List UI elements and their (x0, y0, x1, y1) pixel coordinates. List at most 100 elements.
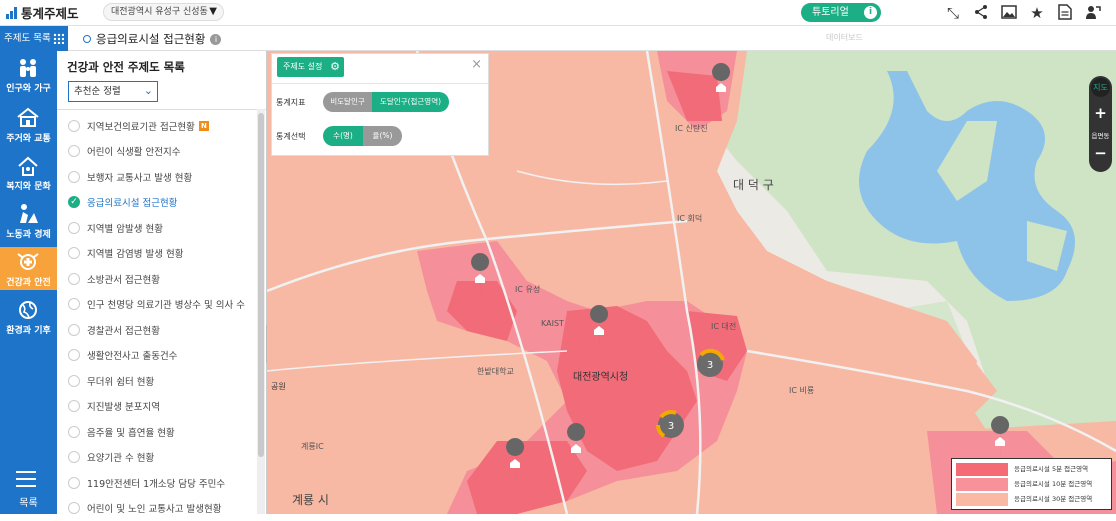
category-sidebar: 인구와 가구 주거와 교통 복지와 문화 노동과 경제 건강과 안전 환경과 기… (0, 51, 57, 514)
legend-swatch (956, 478, 1008, 491)
page-title-text: 응급의료시설 접근현황 (96, 31, 205, 47)
tutorial-button[interactable]: 튜토리얼 i (801, 3, 881, 22)
list-item-label: 지역별 감염병 발생 현황 (87, 246, 183, 260)
indicator-row: 통계지표 비도달인구 도달인구(접근영역) (272, 92, 488, 114)
list-item[interactable]: 경찰관서 접근현황 (57, 317, 257, 343)
region-selector[interactable]: 대전광역시 유성구 신성동 ▼ (103, 3, 224, 21)
category-label: 인구와 가구 (0, 81, 57, 94)
radio-icon (68, 171, 80, 183)
info-icon: i (864, 6, 877, 19)
list-item[interactable]: 인구 천명당 의료기관 병상수 및 의사 수 (57, 292, 257, 318)
bullet-circle-icon (83, 35, 91, 43)
list-item-selected[interactable]: ✓응급의료시설 접근현황 (57, 190, 257, 216)
list-item[interactable]: 요양기관 수 현황 (57, 445, 257, 471)
sort-select[interactable]: 추천순 정렬 ⌄ (68, 81, 158, 102)
topic-list-menu-button[interactable]: 주제도 목록 (0, 26, 68, 51)
tutorial-label: 튜토리얼 (812, 7, 849, 18)
house-icon (16, 107, 40, 129)
map-label: 공원 (271, 381, 286, 392)
map-type-icon[interactable]: 지도 (1091, 78, 1110, 97)
app-title: 통계주제도 (21, 3, 79, 22)
map-label: 한밭대학교 (477, 366, 514, 377)
category-environment[interactable]: 환경과 기후 (0, 295, 57, 338)
list-scrollbar[interactable] (257, 109, 265, 514)
radio-icon (68, 426, 80, 438)
list-item[interactable]: 어린이 및 노인 교통사고 발생현황 (57, 496, 257, 521)
environment-icon (16, 299, 40, 321)
option-reached-population[interactable]: 도달인구(접근영역) (372, 92, 449, 112)
legend-label: 응급의료시설 10분 접근영역 (1014, 478, 1092, 491)
stat-row: 통계선택 수(명) 율(%) (272, 126, 488, 148)
category-label: 노동과 경제 (0, 227, 57, 240)
info-icon[interactable]: i (210, 34, 221, 45)
list-item-label: 보행자 교통사고 발생 현황 (87, 170, 192, 184)
map-label: 계룡 시 (292, 491, 329, 508)
theme-settings-button[interactable]: 주제도 설정 ⚙ (277, 57, 344, 77)
list-item-label: 어린이 식생활 안전지수 (87, 144, 180, 158)
list-item[interactable]: 지역별 감염병 발생 현황 (57, 241, 257, 267)
data-board-label: 데이터보드 (826, 32, 863, 43)
cluster-marker[interactable]: 3 (658, 412, 684, 438)
list-item[interactable]: 119안전센터 1개소당 담당 주민수 (57, 470, 257, 496)
category-welfare[interactable]: 복지와 문화 (0, 151, 57, 194)
user-icon[interactable] (1084, 4, 1102, 22)
zoom-out-button[interactable]: − (1089, 144, 1112, 162)
health-icon (16, 251, 40, 273)
category-health[interactable]: 건강과 안전 (0, 247, 57, 290)
list-item-label: 지역별 암발생 현황 (87, 221, 163, 235)
list-item[interactable]: 지역별 암발생 현황 (57, 215, 257, 241)
map-legend: 응급의료시설 5분 접근영역 응급의료시설 10분 접근영역 응급의료시설 30… (951, 458, 1112, 510)
toc-button[interactable]: 목록 (0, 463, 57, 511)
option-unreached-population[interactable]: 비도달인구 (323, 92, 372, 112)
category-population[interactable]: 인구와 가구 (0, 53, 57, 96)
option-count[interactable]: 수(명) (323, 126, 363, 146)
list-item[interactable]: 무더위 쉼터 현황 (57, 368, 257, 394)
list-item[interactable]: 생활안전사고 출동건수 (57, 343, 257, 369)
app-logo[interactable]: 통계주제도 (6, 3, 79, 22)
welfare-icon (16, 155, 40, 177)
cluster-count: 3 (668, 421, 674, 432)
list-item-label: 무더위 쉼터 현황 (87, 374, 154, 388)
zoom-in-button[interactable]: + (1089, 104, 1112, 122)
hamburger-icon (16, 471, 36, 492)
radio-icon (68, 375, 80, 387)
share-icon[interactable] (972, 4, 990, 22)
category-labor[interactable]: 노동과 경제 (0, 199, 57, 242)
image-icon[interactable] (1000, 4, 1018, 22)
star-icon[interactable]: ★ (1028, 4, 1046, 22)
option-rate[interactable]: 율(%) (363, 126, 402, 146)
map-label: KAIST (541, 319, 564, 328)
divider (272, 83, 488, 84)
list-item-label: 소방관서 접근현황 (87, 272, 160, 286)
list-item[interactable]: 지역보건의료기관 접근현황N (57, 113, 257, 139)
topic-list: 지역보건의료기관 접근현황N 어린이 식생활 안전지수 보행자 교통사고 발생 … (57, 113, 257, 521)
collapse-icon[interactable]: ⤡ (944, 4, 962, 22)
category-label: 건강과 안전 (0, 275, 57, 288)
divider (57, 109, 266, 110)
list-item-label: 인구 천명당 의료기관 병상수 및 의사 수 (87, 297, 245, 311)
list-item[interactable]: 보행자 교통사고 발생 현황 (57, 164, 257, 190)
stat-label: 통계선택 (276, 131, 305, 142)
list-item-label: 지진발생 분포지역 (87, 399, 160, 413)
document-icon[interactable] (1056, 4, 1074, 22)
category-label: 복지와 문화 (0, 179, 57, 192)
list-item-label: 음주율 및 흡연율 현황 (87, 425, 175, 439)
gear-icon: ⚙ (330, 57, 340, 77)
list-title: 건강과 안전 주제도 목록 (67, 59, 185, 75)
cluster-count: 3 (707, 360, 713, 371)
close-icon[interactable]: × (471, 57, 482, 72)
category-housing[interactable]: 주거와 교통 (0, 103, 57, 146)
region-label: 대전광역시 유성구 신성동 (111, 7, 208, 17)
settings-label: 주제도 설정 (283, 62, 322, 71)
legend-swatch (956, 493, 1008, 506)
list-item[interactable]: 소방관서 접근현황 (57, 266, 257, 292)
scrollbar-thumb[interactable] (258, 113, 264, 457)
list-item-label: 119안전센터 1개소당 담당 주민수 (87, 476, 225, 490)
map-label: 대 덕 구 (733, 176, 774, 193)
map-label: IC 신탄진 (675, 123, 708, 134)
list-item[interactable]: 음주율 및 흡연율 현황 (57, 419, 257, 445)
list-item[interactable]: 어린이 식생활 안전지수 (57, 139, 257, 165)
list-item[interactable]: 지진발생 분포지역 (57, 394, 257, 420)
cluster-marker[interactable]: 3 (697, 351, 723, 377)
top-bar: 통계주제도 대전광역시 유성구 신성동 ▼ 튜토리얼 i ⤡ ★ (0, 0, 1116, 26)
